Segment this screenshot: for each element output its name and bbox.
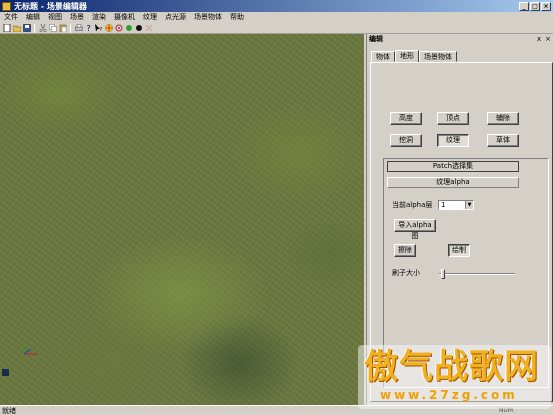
green-light-icon[interactable] — [124, 24, 133, 33]
texture-button[interactable]: 纹理 — [437, 134, 469, 147]
menu-scene-objects[interactable]: 场景物体 — [190, 12, 226, 23]
svg-text:?: ? — [86, 24, 90, 32]
erase-button[interactable]: 擦除 — [394, 244, 416, 257]
save-icon[interactable] — [22, 24, 31, 33]
status-text: 就绪 — [2, 406, 16, 415]
new-file-icon[interactable] — [2, 24, 11, 33]
menu-help[interactable]: 帮助 — [226, 12, 248, 23]
menu-edit[interactable]: 编辑 — [22, 12, 44, 23]
menu-scene[interactable]: 场景 — [66, 12, 88, 23]
import-alpha-button[interactable]: 导入alpha图 — [394, 219, 436, 240]
current-alpha-label: 当前alpha层 — [392, 201, 433, 209]
height-button[interactable]: 高度 — [390, 112, 422, 125]
title-bar: 无标题 - 场景编辑器 _ □ × — [0, 0, 553, 12]
panel-title: 编辑 — [369, 35, 383, 43]
watermark-title: 傲气战歌网 — [364, 347, 539, 387]
axis-gizmo-icon — [23, 345, 38, 355]
panel-title-bar: 编辑 ⅹ × — [367, 34, 553, 44]
toolbar-separator — [70, 23, 71, 33]
current-alpha-value: 1 — [441, 201, 446, 209]
menu-view[interactable]: 视图 — [44, 12, 66, 23]
chevron-down-icon[interactable]: ▼ — [465, 201, 473, 209]
patch-selection-header[interactable]: Patch选择集 — [387, 161, 519, 172]
grass-button[interactable]: 草体 — [487, 134, 519, 147]
vertex-button[interactable]: 顶点 — [437, 112, 469, 125]
menu-render[interactable]: 渲染 — [88, 12, 110, 23]
cut-icon[interactable] — [38, 24, 47, 33]
tab-scene-objects[interactable]: 场景物体 — [419, 51, 457, 62]
toolbar: ? ? — [0, 23, 553, 34]
toolbar-separator — [34, 23, 35, 33]
site-watermark: 傲气战歌网 www.27zg.com — [358, 345, 551, 409]
tab-terrain[interactable]: 地形 — [395, 50, 419, 62]
watermark-url: www.27zg.com — [380, 388, 518, 402]
print-icon[interactable] — [74, 24, 83, 33]
viewport-corner-marker — [2, 369, 9, 376]
paste-icon[interactable] — [58, 24, 67, 33]
open-folder-icon[interactable] — [12, 24, 21, 33]
tab-objects[interactable]: 物体 — [371, 51, 395, 62]
pointer-help-icon[interactable]: ? — [94, 24, 103, 33]
draw-button[interactable]: 绘制 — [448, 244, 470, 257]
dig-hole-button[interactable]: 挖洞 — [390, 134, 422, 147]
current-alpha-select[interactable]: 1 ▼ — [438, 200, 474, 210]
move-tool-icon[interactable] — [104, 24, 113, 33]
app-icon — [2, 1, 11, 11]
disabled-tool-icon[interactable] — [144, 24, 153, 33]
smooth-button[interactable]: 辅除 — [487, 112, 519, 125]
window-title: 无标题 - 场景编辑器 — [14, 1, 87, 11]
svg-text:?: ? — [99, 27, 102, 32]
texture-alpha-header[interactable]: 纹理alpha — [387, 177, 519, 188]
rotate-tool-icon[interactable] — [114, 24, 123, 33]
menu-texture[interactable]: 纹理 — [139, 12, 161, 23]
minimize-button[interactable]: _ — [519, 1, 529, 11]
menu-point-light[interactable]: 点光源 — [161, 12, 190, 23]
maximize-button[interactable]: □ — [530, 1, 540, 11]
help-icon[interactable]: ? — [84, 24, 93, 33]
close-button[interactable]: × — [541, 1, 551, 11]
brush-size-label: 刷子大小 — [392, 269, 420, 277]
menu-file[interactable]: 文件 — [0, 12, 22, 23]
panel-pin-icon[interactable]: ⅹ — [537, 35, 541, 43]
menu-bar: 文件 编辑 视图 场景 渲染 摄像机 纹理 点光源 场景物体 帮助 — [0, 12, 553, 23]
panel-close-icon[interactable]: × — [545, 35, 551, 43]
copy-icon[interactable] — [48, 24, 57, 33]
terrain-viewport[interactable] — [0, 34, 364, 405]
panel-tabs: 物体 地形 场景物体 — [371, 50, 457, 62]
menu-camera[interactable]: 摄像机 — [110, 12, 139, 23]
brush-size-slider[interactable] — [440, 269, 445, 279]
brush-size-track[interactable] — [439, 273, 515, 275]
record-icon[interactable] — [134, 24, 143, 33]
